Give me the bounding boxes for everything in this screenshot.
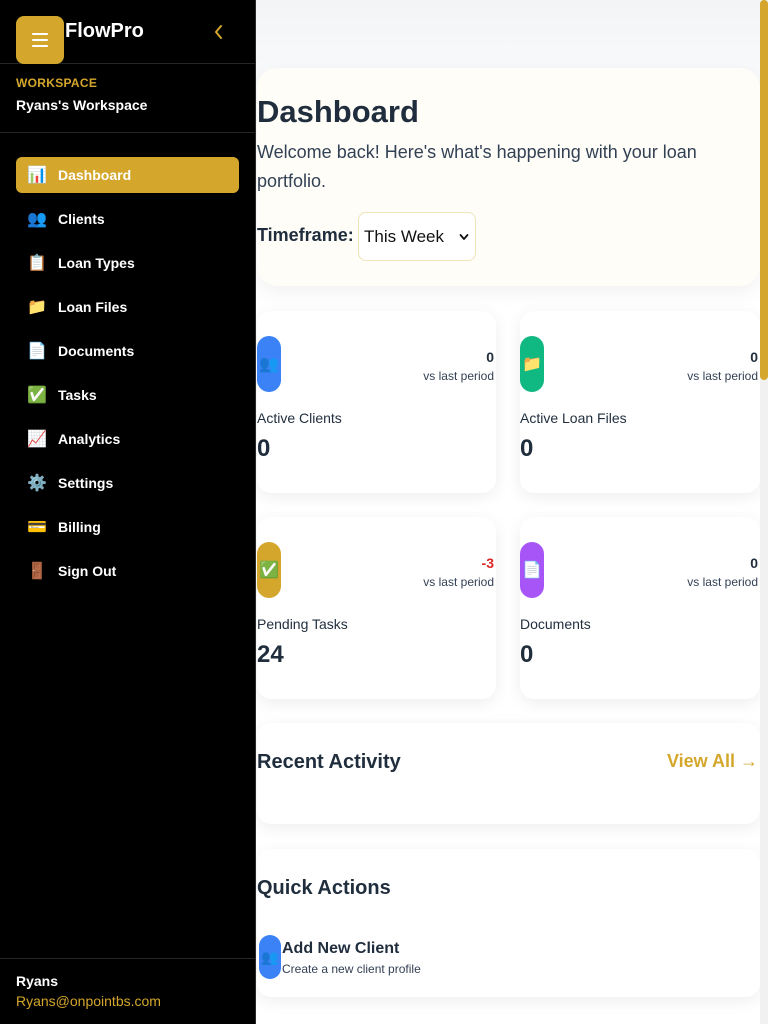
bar-chart-icon: 📊 xyxy=(27,167,47,184)
stat-value: 0 xyxy=(257,435,271,462)
sidebar-item-loan-types[interactable]: 📋 Loan Types xyxy=(16,245,239,281)
stat-change: 0 xyxy=(750,555,758,571)
clipboard-icon: 📋 xyxy=(27,255,47,272)
user-profile[interactable]: Ryans Ryans@onpointbs.com xyxy=(0,958,255,1024)
page-subtitle: Welcome back! Here's what's happening wi… xyxy=(257,142,697,191)
page-title: Dashboard xyxy=(257,94,419,129)
stat-comparison: vs last period xyxy=(423,575,494,589)
user-name: Ryans xyxy=(16,973,59,989)
stat-change: 0 xyxy=(750,349,758,365)
stat-comparison: vs last period xyxy=(687,575,758,589)
chevron-left-icon xyxy=(215,25,222,39)
sidebar-item-label: Dashboard xyxy=(58,167,132,183)
stat-card-pending-tasks[interactable]: ✅ -3 vs last period Pending Tasks 24 xyxy=(257,517,496,699)
user-email: Ryans@onpointbs.com xyxy=(16,993,161,1009)
door-icon: 🚪 xyxy=(27,563,47,580)
sidebar-item-settings[interactable]: ⚙️ Settings xyxy=(16,465,239,501)
folder-icon: 📁 xyxy=(27,299,47,316)
sidebar-item-label: Tasks xyxy=(58,387,97,403)
sidebar-nav: 📊 Dashboard 👥 Clients 📋 Loan Types 📁 Loa… xyxy=(0,133,255,589)
stat-label: Active Loan Files xyxy=(520,410,627,426)
dashboard-header: Dashboard Welcome back! Here's what's ha… xyxy=(257,68,760,286)
stat-value: 0 xyxy=(520,435,534,462)
sidebar-item-label: Billing xyxy=(58,519,101,535)
sidebar-item-sign-out[interactable]: 🚪 Sign Out xyxy=(16,553,239,589)
sidebar: FlowPro WORKSPACE Ryans's Workspace 📊 Da… xyxy=(0,0,256,1024)
sidebar-item-documents[interactable]: 📄 Documents xyxy=(16,333,239,369)
stat-card-documents[interactable]: 📄 0 vs last period Documents 0 xyxy=(520,517,760,699)
workspace-name[interactable]: Ryans's Workspace xyxy=(16,97,239,113)
gear-icon: ⚙️ xyxy=(27,475,47,492)
sidebar-item-billing[interactable]: 💳 Billing xyxy=(16,509,239,545)
sidebar-item-label: Analytics xyxy=(58,431,121,447)
stat-comparison: vs last period xyxy=(423,369,494,383)
stat-card-active-loan-files[interactable]: 📁 0 vs last period Active Loan Files 0 xyxy=(520,311,760,493)
users-icon: 👥 xyxy=(259,935,281,979)
credit-card-icon: 💳 xyxy=(27,519,47,536)
timeframe-select[interactable]: This Week xyxy=(358,212,476,261)
scrollbar-thumb[interactable] xyxy=(760,0,768,380)
folder-icon: 📁 xyxy=(520,336,544,392)
sidebar-item-label: Sign Out xyxy=(58,563,117,579)
quick-actions-title: Quick Actions xyxy=(257,877,391,899)
sidebar-item-clients[interactable]: 👥 Clients xyxy=(16,201,239,237)
timeframe-value: This Week xyxy=(364,226,444,246)
stat-comparison: vs last period xyxy=(687,369,758,383)
recent-activity-title: Recent Activity xyxy=(257,751,401,773)
sidebar-item-analytics[interactable]: 📈 Analytics xyxy=(16,421,239,457)
menu-icon-line xyxy=(32,33,48,35)
chevron-down-icon xyxy=(459,233,469,240)
view-all-link[interactable]: View All → xyxy=(667,751,758,772)
sidebar-item-loan-files[interactable]: 📁 Loan Files xyxy=(16,289,239,325)
workspace-label: WORKSPACE xyxy=(16,76,98,90)
sidebar-item-label: Settings xyxy=(58,475,114,491)
scrollbar[interactable] xyxy=(760,0,768,1024)
stat-change: 0 xyxy=(486,349,494,365)
sidebar-item-label: Clients xyxy=(58,211,105,227)
sidebar-item-label: Loan Files xyxy=(58,299,128,315)
users-icon: 👥 xyxy=(257,336,281,392)
stat-card-active-clients[interactable]: 👥 0 vs last period Active Clients 0 xyxy=(257,311,496,493)
checkmark-icon: ✅ xyxy=(27,387,47,404)
stat-label: Active Clients xyxy=(257,410,342,426)
menu-button[interactable] xyxy=(16,16,64,64)
sidebar-item-label: Documents xyxy=(58,343,135,359)
sidebar-item-label: Loan Types xyxy=(58,255,135,271)
app-logo: FlowPro xyxy=(65,20,144,42)
sidebar-item-tasks[interactable]: ✅ Tasks xyxy=(16,377,239,413)
main-content: Dashboard Welcome back! Here's what's ha… xyxy=(256,0,768,1024)
collapse-sidebar-button[interactable] xyxy=(212,21,228,43)
stat-value: 0 xyxy=(520,641,534,668)
checkmark-icon: ✅ xyxy=(257,542,281,598)
sidebar-item-dashboard[interactable]: 📊 Dashboard xyxy=(16,157,239,193)
quick-actions-panel: Quick Actions 👥 Add New Client Create a … xyxy=(257,849,760,997)
recent-activity-panel: Recent Activity View All → xyxy=(257,723,760,824)
users-icon: 👥 xyxy=(27,211,47,228)
timeframe-label: Timeframe: xyxy=(257,225,354,245)
workspace-section: WORKSPACE Ryans's Workspace xyxy=(0,64,255,133)
stat-value: 24 xyxy=(257,641,284,668)
document-icon: 📄 xyxy=(27,343,47,360)
sidebar-header: FlowPro xyxy=(0,0,255,64)
line-chart-icon: 📈 xyxy=(27,431,47,448)
quick-action-title: Add New Client xyxy=(282,940,400,957)
menu-icon-line xyxy=(32,45,48,47)
document-icon: 📄 xyxy=(520,542,544,598)
quick-action-subtitle: Create a new client profile xyxy=(282,962,421,976)
menu-icon-line xyxy=(32,39,48,41)
stat-label: Documents xyxy=(520,616,591,632)
stat-label: Pending Tasks xyxy=(257,616,348,632)
stat-change: -3 xyxy=(481,555,494,571)
